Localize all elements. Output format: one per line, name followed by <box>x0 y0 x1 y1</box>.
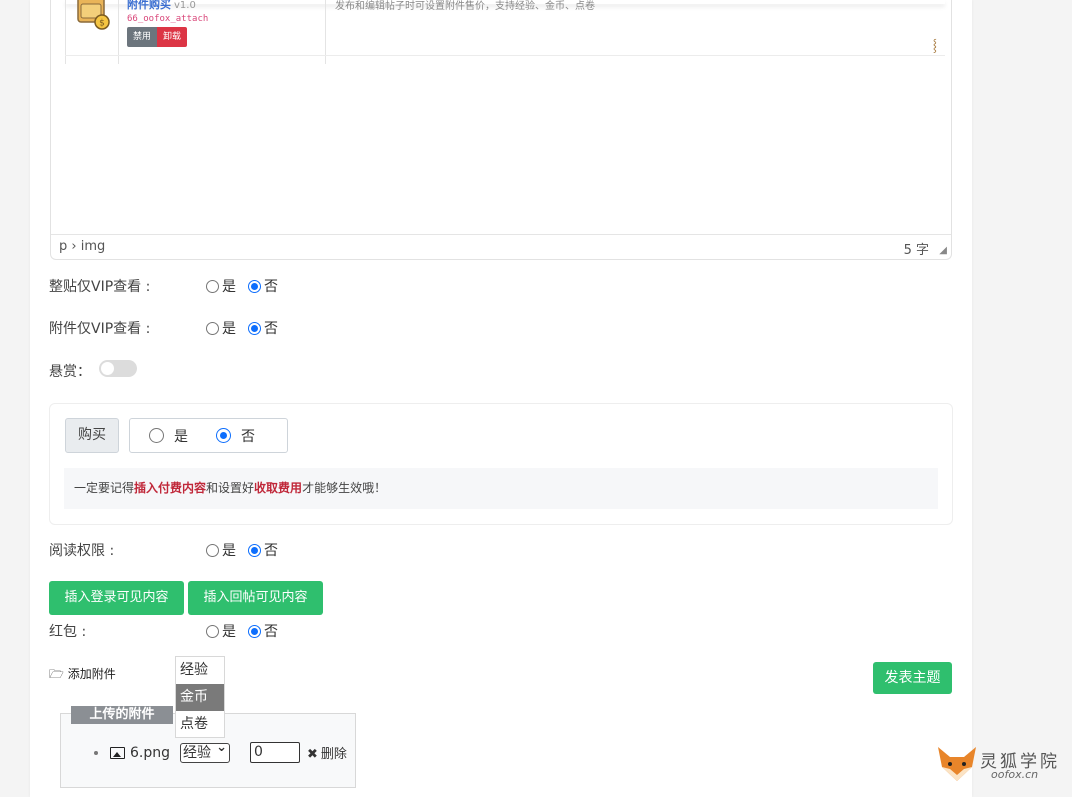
currency-select[interactable]: 经验 <box>180 739 231 763</box>
vip-post-radios: 是 否 <box>206 276 290 296</box>
radio-no[interactable] <box>216 428 231 443</box>
delete-label: 删除 <box>320 747 347 762</box>
vip-attach-radios: 是 否 <box>206 318 290 338</box>
radio-yes[interactable] <box>206 624 219 638</box>
publish-button[interactable]: 发表主题 <box>873 662 952 694</box>
file-name: 6.png <box>130 744 171 761</box>
plugin-table: $ 附件购买 v1.0 66_oofox_attach 禁用 卸载 发布和编辑帖子… <box>65 0 945 64</box>
radio-no[interactable] <box>248 279 261 293</box>
radio-yes-label: 是 <box>222 543 236 559</box>
dropdown-option-exp[interactable]: 经验 <box>176 657 224 684</box>
radio-yes-label: 是 <box>222 321 236 337</box>
vip-post-no[interactable]: 否 <box>248 276 278 296</box>
vip-post-label: 整贴仅VIP查看 : <box>49 279 151 295</box>
notice-highlight-fee: 收取费用 <box>254 481 303 495</box>
word-count: 5 字 <box>903 243 929 258</box>
radio-yes[interactable] <box>206 279 219 293</box>
plugin-version: v1.0 <box>174 0 196 11</box>
rich-text-editor[interactable]: $ 附件购买 v1.0 66_oofox_attach 禁用 卸载 发布和编辑帖子… <box>50 0 952 260</box>
reward-toggle[interactable] <box>99 360 137 377</box>
plugin-title: 附件购买 <box>127 0 171 11</box>
radio-no-label: 否 <box>264 543 278 559</box>
buy-notice: 一定要记得插入付费内容和设置好收取费用才能够生效哦！ <box>64 468 938 509</box>
radio-no-label: 否 <box>264 321 278 337</box>
radio-yes[interactable] <box>206 321 219 335</box>
radio-yes[interactable] <box>149 428 164 443</box>
currency-dropdown[interactable]: 经验 金币 点卷 <box>175 656 225 738</box>
radio-yes-label: 是 <box>222 279 236 295</box>
notice-highlight-insert: 插入付费内容 <box>134 481 207 495</box>
add-attachment-label: 添加附件 <box>67 667 116 681</box>
vip-post-yes[interactable]: 是 <box>206 276 236 296</box>
read-perm-label: 阅读权限 : <box>49 543 115 559</box>
folder-open-icon: 🗁 <box>49 667 64 681</box>
folder-coin-icon: $ <box>77 0 110 30</box>
add-attachment-link[interactable]: 🗁 添加附件 <box>49 665 116 686</box>
vip-attach-no[interactable]: 否 <box>248 318 278 338</box>
logo-domain: oofox.cn <box>991 768 1039 781</box>
attachment-row: 6.png 经验 0 ✖删除 <box>94 739 347 763</box>
vip-attach-yes[interactable]: 是 <box>206 318 236 338</box>
insert-login-visible-button[interactable]: 插入登录可见内容 <box>49 581 184 615</box>
site-logo: 灵狐学院 oofox.cn <box>936 745 1058 785</box>
list-bullet <box>94 750 98 755</box>
radio-no-label: 否 <box>264 279 278 295</box>
svg-text:$: $ <box>99 19 105 29</box>
plugin-description: 发布和编辑帖子时可设置附件售价，支持经验、金币、点卷 <box>335 1 595 12</box>
notice-text: 和设置好 <box>206 481 255 495</box>
disable-button[interactable]: 禁用 <box>127 27 157 47</box>
delete-attachment-button[interactable]: ✖ 删除 <box>307 743 347 762</box>
radio-no[interactable] <box>248 624 261 638</box>
table-divider <box>65 55 945 56</box>
read-perm-yes[interactable]: 是 <box>206 540 236 560</box>
element-path[interactable]: p › img <box>59 239 105 254</box>
reward-label: 悬赏： <box>49 364 91 380</box>
red-packet-yes[interactable]: 是 <box>206 621 236 641</box>
vip-attach-label: 附件仅VIP查看 : <box>49 321 151 337</box>
read-perm-no[interactable]: 否 <box>248 540 278 560</box>
red-packet-label: 红包 : <box>49 624 87 640</box>
red-packet-no[interactable]: 否 <box>248 621 278 641</box>
buy-no[interactable]: 否 <box>216 426 255 446</box>
dropdown-option-gold[interactable]: 金币 <box>176 684 224 711</box>
buy-label: 购买 <box>65 418 119 453</box>
image-icon <box>110 746 125 759</box>
radio-no-label: 否 <box>264 624 278 640</box>
radio-yes-label: 是 <box>222 624 236 640</box>
plugin-name: 附件购买 v1.0 <box>127 0 196 12</box>
notice-text: 才能够生效哦！ <box>302 481 387 495</box>
resize-handle-icon[interactable]: ◢ <box>939 245 947 256</box>
radio-yes[interactable] <box>206 543 219 557</box>
buy-radios: 是 否 <box>129 418 288 453</box>
close-icon: ✖ <box>307 747 318 762</box>
fox-logo-icon <box>938 747 976 781</box>
scroll-indicator-icon: ⸾ <box>932 38 937 52</box>
dropdown-option-coupon[interactable]: 点卷 <box>176 711 224 738</box>
radio-no[interactable] <box>248 543 261 557</box>
plugin-id: 66_oofox_attach <box>127 14 209 24</box>
radio-yes-label: 是 <box>174 428 188 445</box>
editor-statusbar: p › img 5 字 ◢ <box>51 234 951 259</box>
price-input[interactable]: 0 <box>250 742 301 763</box>
uploaded-title: 上传的附件 <box>71 706 173 724</box>
buy-yes[interactable]: 是 <box>149 426 188 446</box>
red-packet-radios: 是 否 <box>206 621 290 641</box>
buy-section: 购买 是 否 一定要记得插入付费内容和设置好收取费用才能够生效哦！ <box>49 403 953 525</box>
insert-reply-visible-button[interactable]: 插入回帖可见内容 <box>188 581 323 615</box>
read-perm-radios: 是 否 <box>206 540 290 560</box>
unload-button[interactable]: 卸载 <box>157 27 187 47</box>
notice-text: 一定要记得 <box>74 481 135 495</box>
radio-no[interactable] <box>248 321 261 335</box>
radio-no-label: 否 <box>241 428 255 445</box>
